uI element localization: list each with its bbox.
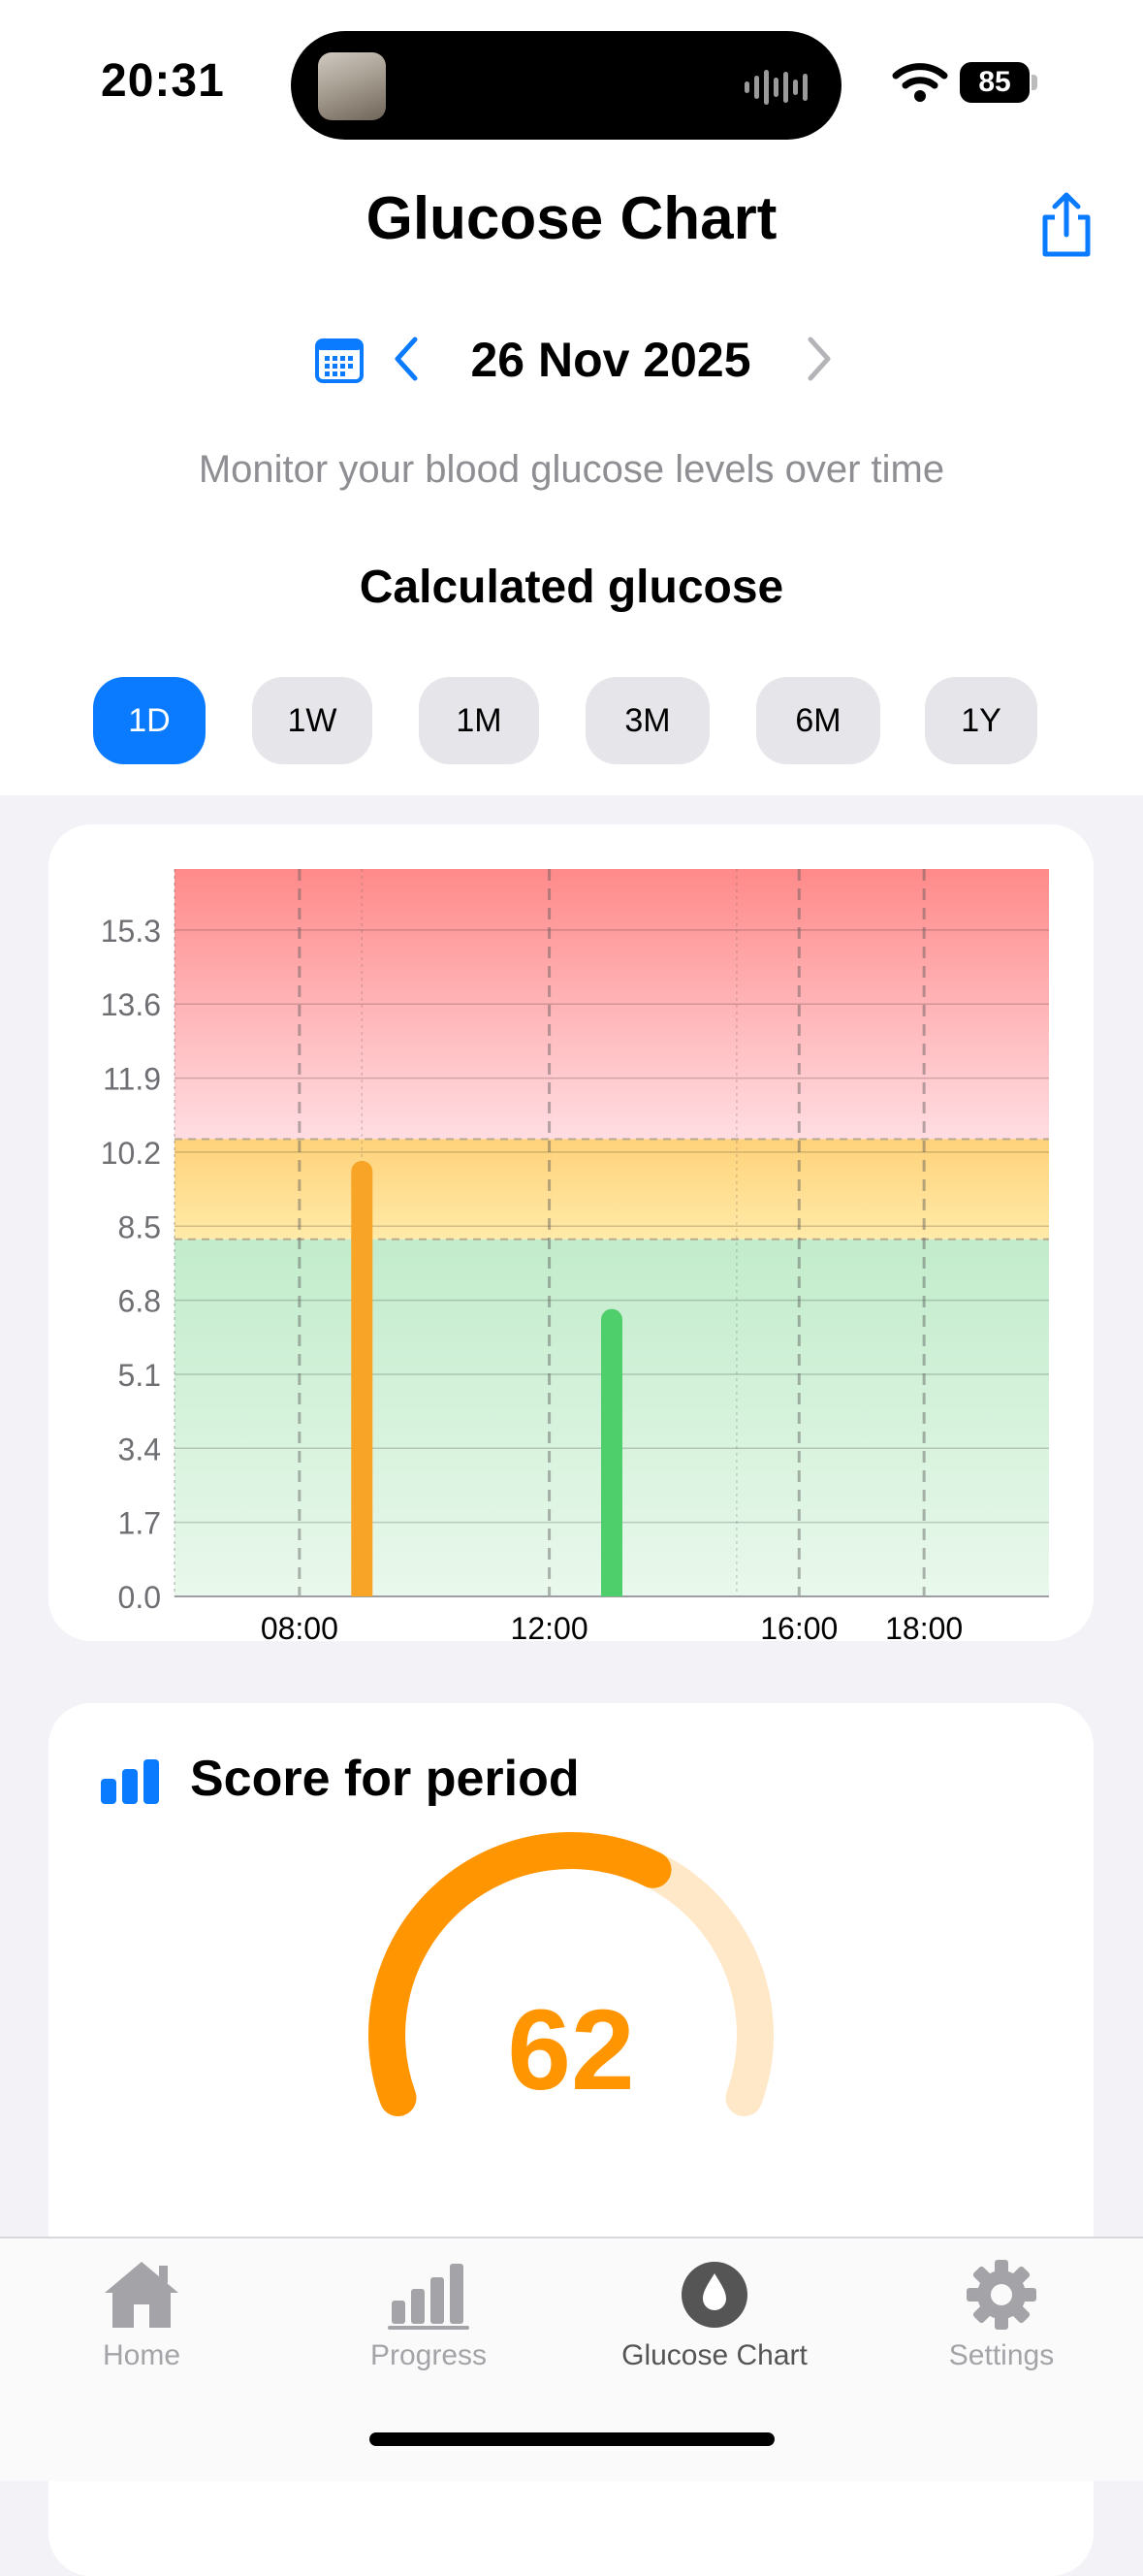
- x-tick-label: 16:00: [760, 1611, 838, 1641]
- battery-level: 85: [960, 62, 1030, 103]
- tab-home-label: Home: [102, 2339, 181, 2371]
- wifi-icon: [892, 63, 948, 102]
- tab-glucose-chart[interactable]: Glucose Chart: [598, 2258, 831, 2394]
- home-indicator[interactable]: [369, 2432, 775, 2446]
- page-title: Glucose Chart: [365, 185, 778, 252]
- score-title: Score for period: [190, 1751, 580, 1807]
- range-tab-6m[interactable]: 6M: [756, 677, 880, 764]
- y-tick-label: 0.0: [118, 1580, 161, 1615]
- score-value: 62: [507, 1986, 635, 2114]
- section-title: Calculated glucose: [359, 562, 784, 613]
- calendar-icon[interactable]: [314, 334, 365, 384]
- y-tick-label: 3.4: [118, 1432, 161, 1466]
- tab-home[interactable]: Home: [25, 2258, 258, 2394]
- battery-cap: [1032, 75, 1037, 90]
- progress-icon: [388, 2264, 469, 2330]
- status-bar: 20:31 85: [0, 0, 1143, 155]
- now-playing-artwork: [318, 52, 386, 120]
- dynamic-island[interactable]: [291, 31, 841, 140]
- range-tab-1y[interactable]: 1Y: [925, 677, 1037, 764]
- zone-elevated: [175, 1139, 1049, 1240]
- tab-progress-label: Progress: [369, 2339, 488, 2371]
- y-tick-label: 5.1: [118, 1358, 161, 1393]
- battery-icon: 85: [960, 62, 1039, 103]
- y-tick-label: 13.6: [101, 987, 161, 1022]
- range-tab-1w[interactable]: 1W: [252, 677, 372, 764]
- glucose-chart[interactable]: 15.3 13.6 11.9 10.2 8.5 6.8 5.1 3.4 1.7 0.0 08:00 1…: [48, 824, 1094, 1641]
- selected-date[interactable]: 26 Nov 2025: [446, 332, 776, 388]
- chevron-right-icon[interactable]: [799, 334, 838, 384]
- audio-wave-icon: [745, 70, 808, 105]
- bar-chart-icon: [101, 1759, 159, 1804]
- y-tick-label: 8.5: [118, 1209, 161, 1244]
- range-tab-1d[interactable]: 1D: [93, 677, 206, 764]
- home-icon: [105, 2262, 178, 2328]
- y-tick-label: 15.3: [101, 914, 161, 949]
- tab-progress[interactable]: Progress: [312, 2258, 545, 2394]
- status-time: 20:31: [101, 55, 225, 107]
- gear-icon: [967, 2260, 1036, 2330]
- range-tab-1m[interactable]: 1M: [419, 677, 539, 764]
- glucose-bar[interactable]: [601, 1308, 622, 1596]
- y-tick-label: 1.7: [118, 1506, 161, 1541]
- x-tick-label: 08:00: [261, 1611, 338, 1641]
- tab-settings-label: Settings: [948, 2339, 1055, 2371]
- x-tick-label: 18:00: [885, 1611, 963, 1641]
- x-tick-label: 12:00: [511, 1611, 588, 1641]
- y-tick-label: 11.9: [103, 1062, 161, 1097]
- tab-glucose-chart-label: Glucose Chart: [621, 2339, 808, 2371]
- share-icon[interactable]: [1035, 190, 1097, 260]
- page-subtitle: Monitor your blood glucose levels over t…: [198, 448, 945, 491]
- drop-icon: [682, 2262, 747, 2328]
- range-tabs: 1D 1W 1M 3M 6M 1Y: [93, 677, 1063, 764]
- glucose-bar[interactable]: [351, 1160, 373, 1596]
- glucose-chart-card: 15.3 13.6 11.9 10.2 8.5 6.8 5.1 3.4 1.7 0.0 08:00 1…: [48, 824, 1094, 1641]
- tab-settings[interactable]: Settings: [885, 2258, 1118, 2394]
- y-tick-label: 10.2: [101, 1136, 161, 1171]
- y-tick-label: 6.8: [118, 1284, 161, 1319]
- chevron-left-icon[interactable]: [388, 334, 427, 384]
- range-tab-3m[interactable]: 3M: [586, 677, 710, 764]
